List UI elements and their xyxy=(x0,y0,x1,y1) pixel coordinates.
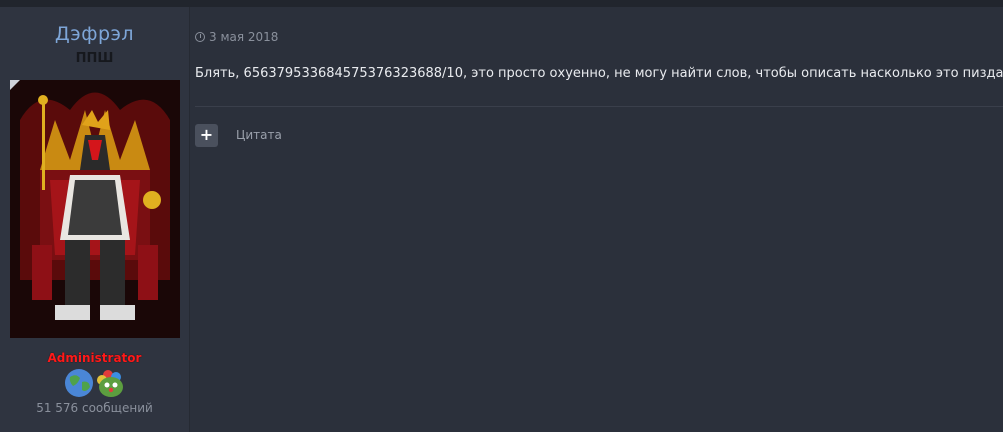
author-username[interactable]: Дэфрэл xyxy=(0,23,189,45)
post-separator xyxy=(195,106,1003,107)
post-date-text: 3 мая 2018 xyxy=(209,30,279,44)
author-title: ППШ xyxy=(75,51,114,66)
author-group: Administrator xyxy=(47,351,142,365)
clock-icon xyxy=(195,32,205,42)
panel-divider xyxy=(189,7,190,432)
quote-button[interactable]: Цитата xyxy=(236,128,282,142)
post-date[interactable]: 3 мая 2018 xyxy=(195,30,278,44)
avatar[interactable] xyxy=(10,80,180,338)
post-content: Блять, 656379533684575376323688/10, это … xyxy=(195,66,1003,81)
multiquote-button[interactable]: + xyxy=(195,124,218,147)
pepe-clown-icon xyxy=(97,370,123,397)
author-post-count: 51 576 сообщений xyxy=(36,401,153,415)
avatar-corner-marker xyxy=(10,80,20,90)
top-bar xyxy=(0,0,1003,7)
author-badges xyxy=(64,368,128,398)
avatar-image xyxy=(10,80,180,338)
globe-icon xyxy=(65,369,93,397)
